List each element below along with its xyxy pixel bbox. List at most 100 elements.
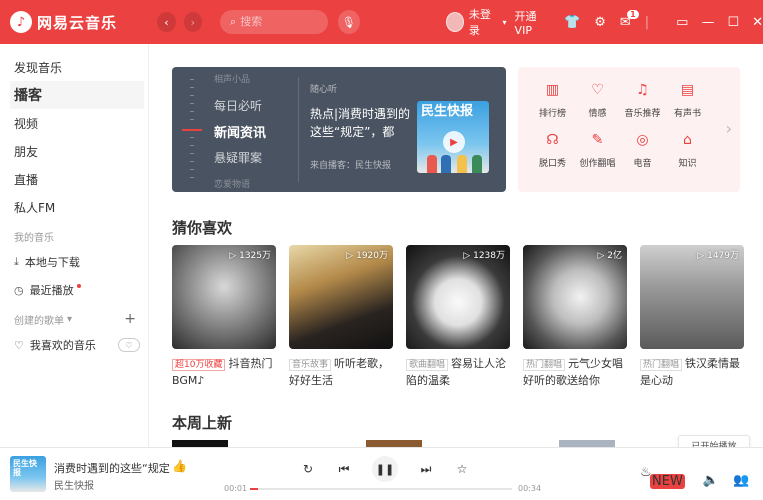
close-icon[interactable]: ✕ xyxy=(752,15,763,30)
minimize-icon[interactable]: — xyxy=(701,15,714,30)
playback-controls: ↻ ⏮ ❚❚ ⏭ ☆ xyxy=(296,456,474,482)
sidebar-item-podcast[interactable]: 播客 xyxy=(10,81,144,109)
cap-icon: ⌂ xyxy=(683,132,692,148)
play-count: ▷ 2亿 xyxy=(597,251,622,261)
category-audiobook[interactable]: ▤ 有声书 xyxy=(665,79,710,119)
category-label: 音乐推荐 xyxy=(624,109,661,119)
banner-category[interactable]: 恋爱物语 xyxy=(214,177,250,190)
download-icon: ⤓ xyxy=(14,255,19,268)
back-button[interactable]: ‹ xyxy=(157,12,176,32)
add-playlist-icon[interactable]: + xyxy=(124,311,136,327)
skin-shirt-icon[interactable]: 👕 xyxy=(564,15,580,30)
maximize-icon[interactable]: ☐ xyxy=(727,15,739,30)
play-count: ▷ 1479万 xyxy=(697,251,739,261)
category-music-rec[interactable]: ♫ 音乐推荐 xyxy=(620,79,665,119)
vip-link[interactable]: 开通VIP xyxy=(515,8,550,37)
next-icon[interactable]: ⏭ xyxy=(414,462,438,477)
voice-search-button[interactable]: 🎙 xyxy=(337,10,360,34)
category-edm[interactable]: ◎ 电音 xyxy=(620,129,665,169)
chevron-down-icon[interactable]: ▾ xyxy=(503,18,507,27)
sidebar-item-live[interactable]: 直播 xyxy=(0,165,148,193)
card-cover[interactable]: ▷ 1325万 xyxy=(172,245,276,349)
card-cover[interactable] xyxy=(366,440,422,447)
mail-badge: 1 xyxy=(627,9,639,19)
search-box[interactable]: ⌕ xyxy=(220,10,328,34)
mail-icon[interactable]: ✉ 1 xyxy=(620,9,639,30)
category-talkshow[interactable]: ☊ 脱口秀 xyxy=(530,129,575,169)
banner-source[interactable]: 来自播客：民生快报 xyxy=(310,158,391,171)
banner-category[interactable]: 每日必听 xyxy=(214,97,262,114)
podcast-card[interactable]: ▷ 1238万 歌曲翻唱 容易让人沦陷的温柔 xyxy=(406,245,510,386)
heartbeat-mode-button[interactable]: ♡ xyxy=(117,338,140,352)
sidebar-item-liked-music[interactable]: ♡ 我喜欢的音乐 ♡ xyxy=(0,331,148,359)
sidebar-item-discover[interactable]: 发现音乐 xyxy=(0,53,148,81)
card-cover[interactable]: ▷ 2亿 xyxy=(523,245,627,349)
pause-icon: ❚❚ xyxy=(375,462,395,476)
app-logo[interactable]: ♪ 网易云音乐 xyxy=(10,11,157,33)
weekly-new-heading[interactable]: 本周上新 xyxy=(172,412,232,433)
podcast-card[interactable]: ▷ 1479万 热门翻唱 铁汉柔情最是心动 xyxy=(640,245,744,386)
card-cover[interactable]: ▷ 1479万 xyxy=(640,245,744,349)
mini-mode-icon[interactable]: ▭ xyxy=(676,15,688,30)
listen-together-icon[interactable]: 👥 xyxy=(733,473,749,488)
podcast-banner[interactable]: 相声小品 每日必听 新闻资讯 悬疑罪案 恋爱物语 随心听 热点|消费时遇到的这些… xyxy=(172,67,506,192)
banner-title[interactable]: 热点|消费时遇到的这些“规定”，都 xyxy=(310,105,414,141)
search-input[interactable] xyxy=(240,16,321,28)
podcast-card[interactable]: ▷ 2亿 热门翻唱 元气少女唱好听的歌送给你 xyxy=(523,245,627,386)
avatar[interactable] xyxy=(445,12,464,32)
now-playing-artist[interactable]: 民生快报 xyxy=(54,477,94,492)
banner-category[interactable]: 相声小品 xyxy=(214,72,250,85)
sidebar-item-video[interactable]: 视频 xyxy=(0,109,148,137)
sidebar-item-friends[interactable]: 朋友 xyxy=(0,137,148,165)
category-ranking[interactable]: ▥ 排行榜 xyxy=(530,79,575,119)
banner-category[interactable]: 悬疑罪案 xyxy=(214,149,262,166)
forward-button[interactable]: › xyxy=(183,12,203,32)
card-tag: 热门翻唱 xyxy=(523,359,566,371)
login-status[interactable]: 未登录 xyxy=(469,6,499,38)
sound-effect-icon[interactable]: ♨NEW xyxy=(640,465,689,495)
volume-icon[interactable]: 🔈 xyxy=(703,473,719,488)
card-cover[interactable]: ▷ 1238万 xyxy=(406,245,510,349)
thumbs-up-icon[interactable]: 👍 xyxy=(172,459,187,473)
category-dial[interactable] xyxy=(182,67,202,192)
title-bar: ♪ 网易云音乐 ‹ › ⌕ 🎙 未登录 ▾ 开通VIP 👕 ⚙ ✉1 | ▭ —… xyxy=(0,0,763,44)
now-playing-cover[interactable]: 民生快报 xyxy=(10,456,46,492)
card-tag: 歌曲翻唱 xyxy=(406,359,449,371)
sidebar-item-fm[interactable]: 私人FM xyxy=(0,193,148,221)
card-cover[interactable] xyxy=(559,440,615,447)
sidebar-item-recent[interactable]: ◷ 最近播放 xyxy=(0,276,148,304)
chevron-right-icon[interactable]: › xyxy=(726,119,732,138)
now-playing-title[interactable]: 消费时遇到的这些“规定 xyxy=(54,460,170,476)
banner-cover[interactable]: 民生快报 ▶ xyxy=(417,101,489,173)
my-music-heading: 我的音乐 xyxy=(14,232,54,244)
category-knowledge[interactable]: ⌂ 知识 xyxy=(665,129,710,169)
card-cover[interactable]: ▷ 1920万 xyxy=(289,245,393,349)
category-label: 知识 xyxy=(678,159,697,169)
app-title: 网易云音乐 xyxy=(37,13,118,32)
podcast-card[interactable]: ▷ 1920万 音乐故事 听听老歌，好好生活 xyxy=(289,245,393,386)
progress-bar[interactable] xyxy=(250,488,512,490)
pause-button[interactable]: ❚❚ xyxy=(372,456,398,482)
category-label: 电音 xyxy=(633,159,652,169)
user-area[interactable]: 未登录 ▾ 开通VIP xyxy=(445,6,550,38)
sidebar-item-local-download[interactable]: ⤓ 本地与下载 xyxy=(0,248,148,276)
star-icon[interactable]: ☆ xyxy=(450,462,474,476)
previous-icon[interactable]: ⏮ xyxy=(332,462,356,477)
sidebar: 发现音乐 播客 视频 朋友 直播 私人FM 我的音乐 ⤓ 本地与下载 ◷ 最近播… xyxy=(0,44,149,447)
netease-logo-icon: ♪ xyxy=(10,11,32,33)
banner-category-active[interactable]: 新闻资讯 xyxy=(214,122,266,141)
podcast-card[interactable]: ▷ 1325万 超10万收藏 抖音热门BGM♪ xyxy=(172,245,276,386)
category-emotion[interactable]: ♡ 情感 xyxy=(575,79,620,119)
card-cover[interactable] xyxy=(172,440,228,447)
category-cover[interactable]: ✎ 创作翻唱 xyxy=(575,129,620,169)
notification-dot xyxy=(76,284,81,288)
guess-you-like-heading[interactable]: 猜你喜欢 xyxy=(172,217,232,238)
category-label: 创作翻唱 xyxy=(579,159,616,169)
gear-icon[interactable]: ⚙ xyxy=(594,15,606,30)
play-count: ▷ 1238万 xyxy=(463,251,505,261)
heart-icon: ♡ xyxy=(14,338,24,352)
play-icon[interactable]: ▶ xyxy=(443,131,465,153)
replay-icon[interactable]: ↻ xyxy=(296,462,320,476)
dial-indicator xyxy=(182,129,202,131)
created-playlists-heading[interactable]: 创建的歌单 ▾ + xyxy=(0,307,148,331)
